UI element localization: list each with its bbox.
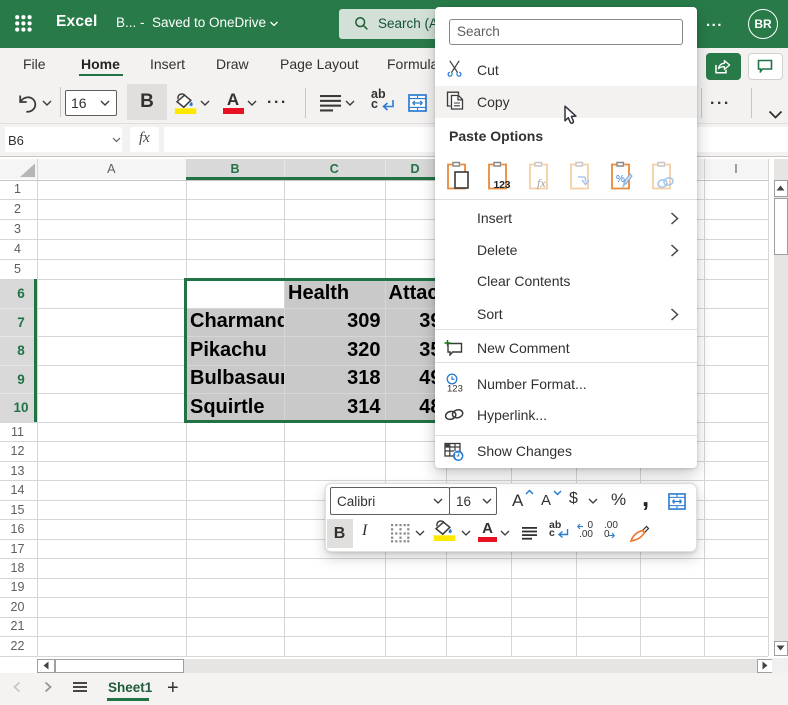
svg-text:123: 123 [494, 179, 511, 190]
svg-text:fx: fx [537, 176, 546, 190]
svg-text:123: 123 [447, 384, 463, 394]
